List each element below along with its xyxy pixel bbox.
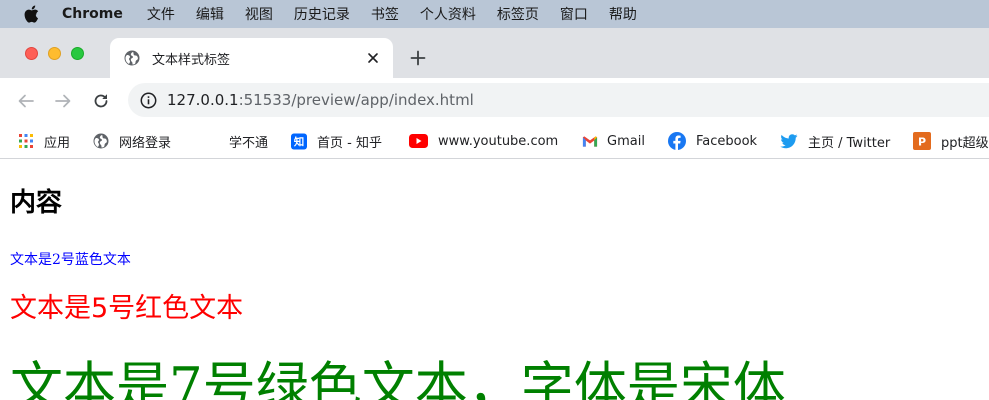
- facebook-icon: [668, 132, 686, 150]
- tab-title: 文本样式标签: [152, 52, 231, 68]
- green-text: 文本是7号绿色文本，字体是宋体: [10, 357, 786, 400]
- bookmark-network-login[interactable]: 网络登录: [93, 131, 171, 151]
- red-text: 文本是5号红色文本: [10, 293, 244, 324]
- menu-window[interactable]: 窗口: [560, 4, 588, 24]
- new-tab-plus-icon[interactable]: [409, 49, 427, 67]
- close-window-button[interactable]: [25, 47, 38, 60]
- svg-text:P: P: [918, 136, 926, 149]
- reload-icon[interactable]: [90, 90, 112, 112]
- bookmark-youtube[interactable]: www.youtube.com: [409, 131, 558, 151]
- apple-icon[interactable]: [24, 5, 42, 23]
- menu-bookmarks[interactable]: 书签: [371, 4, 399, 24]
- bookmark-facebook[interactable]: Facebook: [668, 131, 757, 151]
- menu-tab[interactable]: 标签页: [497, 4, 539, 24]
- menu-edit[interactable]: 编辑: [196, 4, 224, 24]
- bookmark-label: Facebook: [696, 133, 758, 149]
- bookmark-ppt[interactable]: P ppt超级: [913, 131, 989, 151]
- browser-toolbar: 127.0.0.1:51533/preview/app/index.html: [0, 78, 989, 123]
- page-content: 内容 文本是2号蓝色文本 文本是5号红色文本 文本是7号绿色文本，字体是宋体: [0, 160, 989, 400]
- globe-icon: [124, 50, 141, 67]
- apps-grid-icon: [18, 133, 34, 149]
- tab-strip: 文本样式标签: [0, 28, 989, 78]
- minimize-window-button[interactable]: [48, 47, 61, 60]
- site-info-icon[interactable]: [140, 91, 158, 109]
- menu-view[interactable]: 视图: [245, 4, 273, 24]
- page-heading: 内容: [10, 188, 63, 218]
- bookmark-label: Gmail: [607, 133, 645, 149]
- active-tab[interactable]: 文本样式标签: [110, 38, 393, 78]
- gmail-icon: [582, 133, 598, 149]
- zoom-window-button[interactable]: [71, 47, 84, 60]
- macos-menu-bar: Chrome 文件 编辑 视图 历史记录 书签 个人资料 标签页 窗口 帮助: [0, 0, 989, 28]
- url-text: 127.0.0.1:51533/preview/app/index.html: [167, 91, 474, 109]
- twitter-icon: [780, 133, 798, 149]
- address-bar[interactable]: 127.0.0.1:51533/preview/app/index.html: [128, 83, 989, 117]
- ppt-icon: P: [913, 132, 931, 150]
- bookmark-label: 应用: [44, 135, 71, 151]
- bookmark-apps[interactable]: 应用: [18, 131, 70, 151]
- back-arrow-icon[interactable]: [15, 90, 37, 112]
- bookmark-gmail[interactable]: Gmail: [582, 131, 645, 151]
- menu-help[interactable]: 帮助: [609, 4, 637, 24]
- bookmark-label: 首页 - 知乎: [317, 135, 382, 151]
- svg-text:知: 知: [293, 135, 304, 148]
- bookmark-zhihu[interactable]: 知 首页 - 知乎: [291, 131, 382, 151]
- bookmark-twitter[interactable]: 主页 / Twitter: [780, 131, 890, 151]
- bookmarks-bar: 应用 网络登录 学不通 知 首页 - 知乎 www.youtube.com Gm…: [0, 123, 989, 159]
- menu-app-name[interactable]: Chrome: [62, 6, 123, 22]
- bookmark-label: 学不通: [229, 135, 269, 151]
- url-path: :51533/preview/app/index.html: [238, 91, 474, 109]
- bookmark-label: 网络登录: [119, 135, 172, 151]
- url-host: 127.0.0.1: [167, 91, 239, 109]
- forward-arrow-icon[interactable]: [52, 90, 74, 112]
- bookmark-label: 主页 / Twitter: [808, 135, 891, 151]
- bookmark-label: ppt超级: [941, 135, 989, 151]
- blue-text: 文本是2号蓝色文本: [10, 252, 131, 268]
- menu-file[interactable]: 文件: [147, 4, 175, 24]
- zhihu-icon: 知: [291, 133, 307, 149]
- menu-profiles[interactable]: 个人资料: [420, 4, 476, 24]
- menu-history[interactable]: 历史记录: [294, 4, 350, 24]
- bookmark-label: www.youtube.com: [438, 133, 559, 149]
- close-tab-icon[interactable]: [365, 50, 381, 66]
- bookmark-xuebutong[interactable]: 学不通: [229, 131, 268, 151]
- globe-icon: [93, 133, 109, 149]
- youtube-icon: [409, 133, 428, 149]
